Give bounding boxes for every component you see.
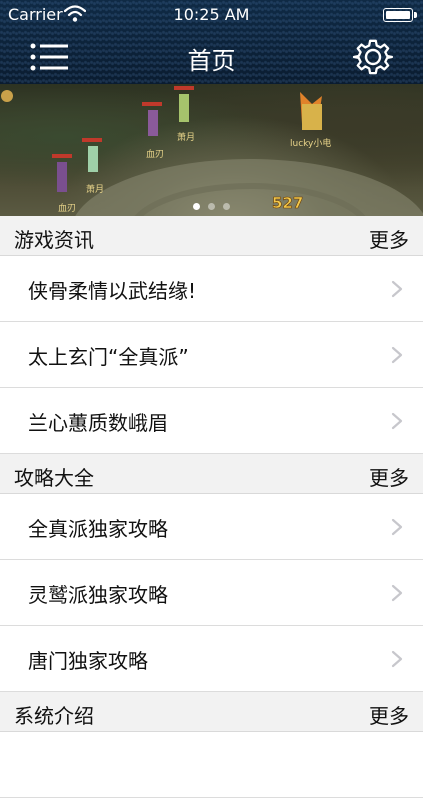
carousel-page-indicator[interactable] bbox=[0, 195, 423, 214]
chevron-right-icon bbox=[391, 346, 403, 364]
list-item-label: 唐门独家攻略 bbox=[28, 649, 148, 673]
list-item[interactable] bbox=[0, 732, 423, 798]
list-item-label: 侠骨柔情以武结缘! bbox=[28, 279, 197, 303]
list-item[interactable]: 灵鹫派独家攻略 bbox=[0, 560, 423, 626]
section-title: 系统介绍 bbox=[14, 704, 94, 728]
banner-label: 血刃 bbox=[146, 148, 164, 160]
banner-carousel[interactable]: 血刃 萧月 血刃 萧月 lucky小电 527 bbox=[0, 84, 423, 216]
banner-label: 萧月 bbox=[86, 183, 104, 195]
page-dot[interactable] bbox=[193, 203, 200, 210]
section-header-system: 系统介绍 更多 bbox=[0, 692, 423, 732]
banner-label: lucky小电 bbox=[290, 137, 331, 149]
section-title: 攻略大全 bbox=[14, 466, 94, 490]
list-item[interactable]: 兰心蕙质数峨眉 bbox=[0, 388, 423, 454]
chevron-right-icon bbox=[391, 584, 403, 602]
more-button[interactable]: 更多 bbox=[369, 700, 409, 729]
clock: 10:25 AM bbox=[173, 5, 250, 24]
more-button[interactable]: 更多 bbox=[369, 462, 409, 491]
menu-icon[interactable] bbox=[30, 43, 70, 71]
more-button[interactable]: 更多 bbox=[369, 224, 409, 253]
list-item-label: 灵鹫派独家攻略 bbox=[28, 583, 168, 607]
nav-bar: 首页 bbox=[0, 30, 423, 84]
list-item[interactable]: 全真派独家攻略 bbox=[0, 494, 423, 560]
battery-icon bbox=[383, 8, 417, 22]
page-dot[interactable] bbox=[208, 203, 215, 210]
list-item-label: 太上玄门“全真派” bbox=[28, 345, 189, 369]
chevron-right-icon bbox=[391, 412, 403, 430]
list-item-label: 全真派独家攻略 bbox=[28, 517, 168, 541]
coin-icon bbox=[1, 90, 13, 102]
header-bar: Carrier 10:25 AM 首页 bbox=[0, 0, 423, 84]
list-item[interactable]: 唐门独家攻略 bbox=[0, 626, 423, 692]
status-bar: Carrier 10:25 AM bbox=[0, 0, 423, 30]
battery-fill bbox=[386, 11, 410, 19]
page-dot[interactable] bbox=[223, 203, 230, 210]
chevron-right-icon bbox=[391, 518, 403, 536]
gear-icon[interactable] bbox=[353, 37, 393, 77]
list-item[interactable]: 侠骨柔情以武结缘! bbox=[0, 256, 423, 322]
section-header-news: 游戏资讯 更多 bbox=[0, 216, 423, 256]
list-item-label: 兰心蕙质数峨眉 bbox=[28, 411, 168, 435]
banner-label: 萧月 bbox=[177, 131, 195, 143]
chevron-right-icon bbox=[391, 280, 403, 298]
chevron-right-icon bbox=[391, 650, 403, 668]
section-header-guides: 攻略大全 更多 bbox=[0, 454, 423, 494]
section-title: 游戏资讯 bbox=[14, 228, 94, 252]
list-item[interactable]: 太上玄门“全真派” bbox=[0, 322, 423, 388]
